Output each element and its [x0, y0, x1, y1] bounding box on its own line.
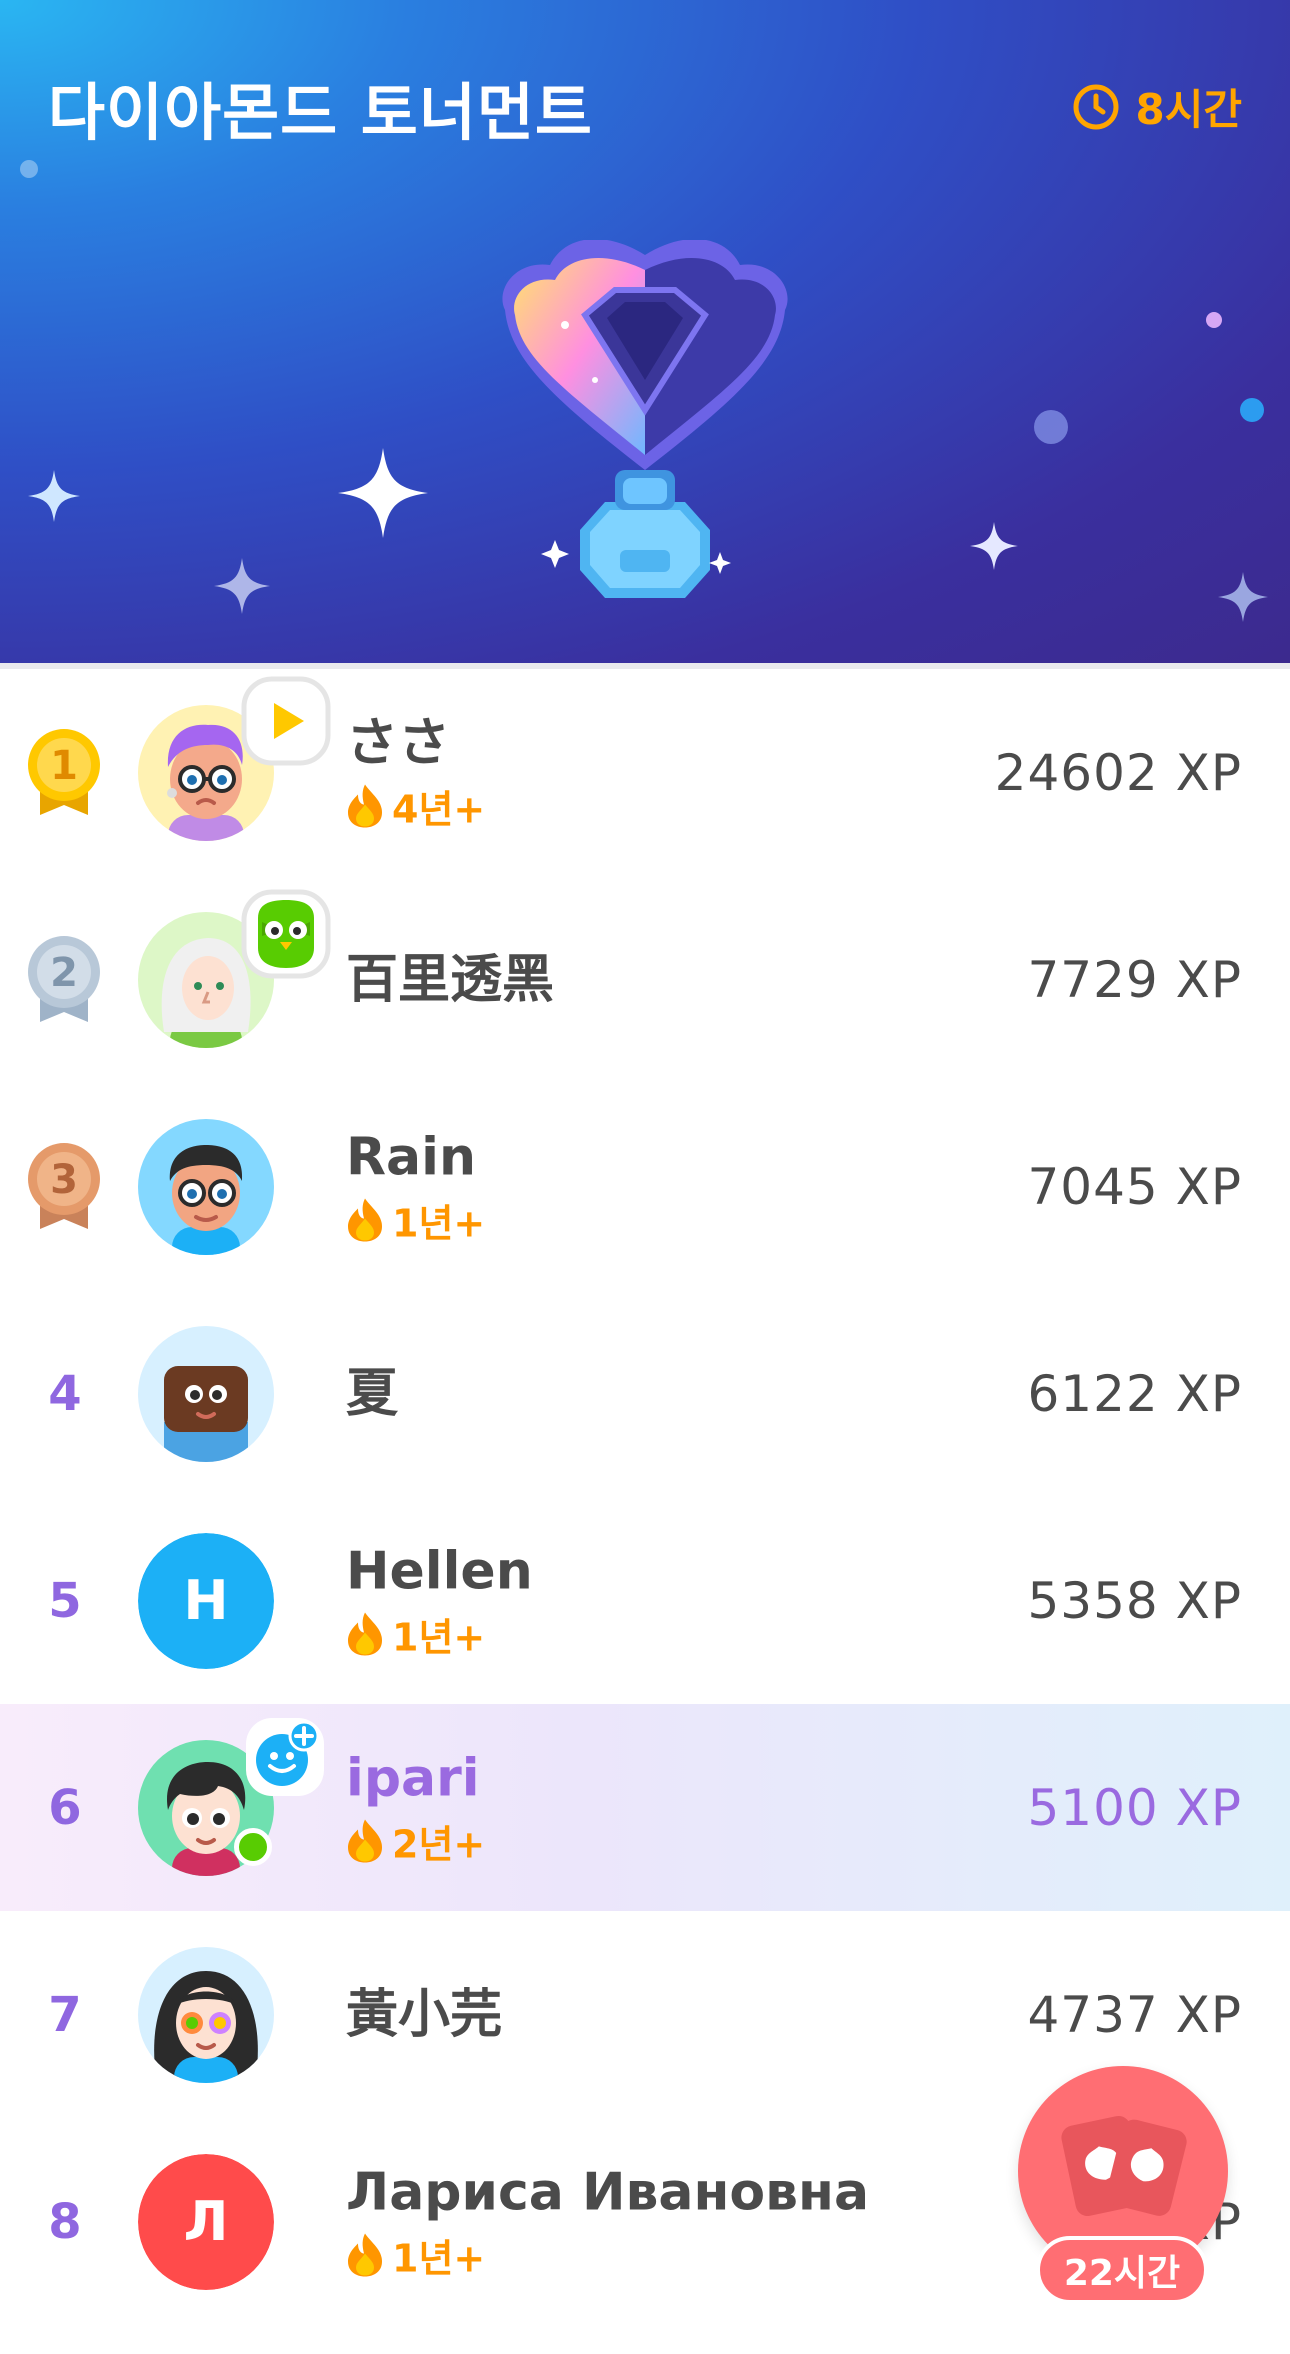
xp-value: 6122 XP	[1027, 1364, 1242, 1423]
user-info: ipari 2년+	[346, 1747, 485, 1868]
page-title: 다이아몬드 토너먼트	[48, 76, 593, 149]
chest-cards-icon	[1061, 2115, 1187, 2217]
username: Hellen	[346, 1541, 533, 1601]
avatar[interactable]: H	[138, 1532, 274, 1669]
avatar[interactable]: Л	[138, 2153, 274, 2290]
sparkle-icon	[338, 448, 428, 538]
streak-label: 2년+	[392, 1822, 486, 1866]
user-info: ささ 4년+	[346, 712, 485, 833]
avatar[interactable]	[138, 1325, 274, 1462]
decor-dot	[1034, 410, 1068, 444]
username: 黃小芫	[346, 1984, 503, 2045]
xp-value: 7045 XP	[1027, 1157, 1242, 1216]
xp-value: 5358 XP	[1027, 1571, 1242, 1630]
sparkle-icon	[28, 470, 80, 522]
streak-label: 1년+	[392, 1615, 486, 1659]
add-friend-badge-icon[interactable]	[242, 1714, 328, 1800]
leaderboard-row[interactable]: 3 Rain 1년+ 7045 XP	[0, 1083, 1290, 1290]
play-badge-icon	[241, 676, 331, 766]
streak: 1년+	[346, 1192, 485, 1247]
xp-value: 5100 XP	[1027, 1778, 1242, 1837]
streak-label: 1년+	[392, 1201, 486, 1245]
streak: 1년+	[346, 1606, 533, 1661]
clock-icon	[1073, 84, 1119, 129]
avatar[interactable]	[138, 1118, 274, 1255]
user-info: 夏	[346, 1363, 398, 1425]
svg-text:1: 1	[50, 743, 78, 789]
leaderboard-row[interactable]: 1 ささ 4년+ 24602 XP	[0, 669, 1290, 876]
flame-icon	[348, 784, 382, 828]
streak: 1년+	[346, 2227, 869, 2282]
timer-label: 8시간	[1135, 85, 1242, 134]
flame-icon	[348, 1198, 382, 1242]
rank-number: 5	[48, 1572, 82, 1629]
username: Rain	[346, 1127, 476, 1187]
streak-label: 4년+	[392, 787, 486, 831]
duo-owl-badge-icon	[241, 889, 331, 979]
decor-dot	[1206, 312, 1222, 328]
avatar[interactable]	[138, 1946, 274, 2083]
xp-value: 4737 XP	[1027, 1985, 1242, 2044]
diamond-trophy-icon	[502, 240, 788, 598]
streak-label: 1년+	[392, 2236, 486, 2280]
username: Лариса Ивановна	[346, 2162, 870, 2222]
streak: 2년+	[346, 1813, 485, 1868]
chest-timer-label: 22시간	[1036, 2236, 1208, 2304]
svg-text:3: 3	[50, 1157, 78, 1203]
silver-medal-icon: 2	[28, 935, 100, 1022]
user-info: Hellen 1년+	[346, 1540, 533, 1661]
decor-dot	[1240, 398, 1264, 422]
rank-number: 8	[48, 2193, 82, 2250]
username: ささ	[346, 713, 451, 773]
flame-icon	[348, 1612, 382, 1656]
sparkle-icon	[970, 522, 1018, 570]
xp-value: 24602 XP	[994, 743, 1242, 802]
gold-medal-icon: 1	[28, 728, 100, 815]
avatar-letter: H	[138, 1532, 274, 1669]
username: ipari	[346, 1748, 480, 1808]
username: 百里透黑	[346, 949, 555, 1010]
flame-icon	[348, 1819, 382, 1863]
rank-number: 7	[48, 1986, 82, 2043]
rainbow-glasses-girl-avatar-icon	[138, 1946, 274, 2083]
xp-value: 7729 XP	[1027, 950, 1242, 1009]
streak: 4년+	[346, 778, 485, 833]
bronze-medal-icon: 3	[28, 1142, 100, 1229]
sparkle-icon	[1218, 572, 1268, 622]
svg-text:2: 2	[50, 950, 78, 996]
decor-dot	[20, 160, 38, 178]
avatar-letter: Л	[138, 2153, 274, 2290]
tournament-timer: 8시간	[1071, 76, 1242, 137]
flame-icon	[348, 2233, 382, 2277]
user-info: 百里透黑	[346, 949, 554, 1011]
user-info: Rain 1년+	[346, 1126, 485, 1247]
leaderboard-row[interactable]: 4 夏 6122 XP	[0, 1290, 1290, 1497]
user-info: 黃小芫	[346, 1984, 502, 2046]
leaderboard-row-current-user[interactable]: 6 ipari 2년+ 5100 XP	[0, 1704, 1290, 1911]
tournament-header: 다이아몬드 토너먼트 8시간	[0, 0, 1290, 663]
glasses-boy-avatar-icon	[138, 1118, 274, 1255]
rank-number: 6	[48, 1779, 82, 1836]
rank-number: 4	[48, 1365, 82, 1422]
brown-face-avatar-icon	[138, 1325, 274, 1462]
user-info: Лариса Ивановна 1년+	[346, 2161, 869, 2282]
username: 夏	[346, 1363, 399, 1424]
sparkle-icon	[214, 558, 270, 614]
online-indicator	[234, 1828, 272, 1866]
leaderboard-row[interactable]: 2 百里透黑 7729 XP	[0, 876, 1290, 1083]
leaderboard-row[interactable]: 5 H Hellen 1년+ 5358 XP	[0, 1497, 1290, 1704]
